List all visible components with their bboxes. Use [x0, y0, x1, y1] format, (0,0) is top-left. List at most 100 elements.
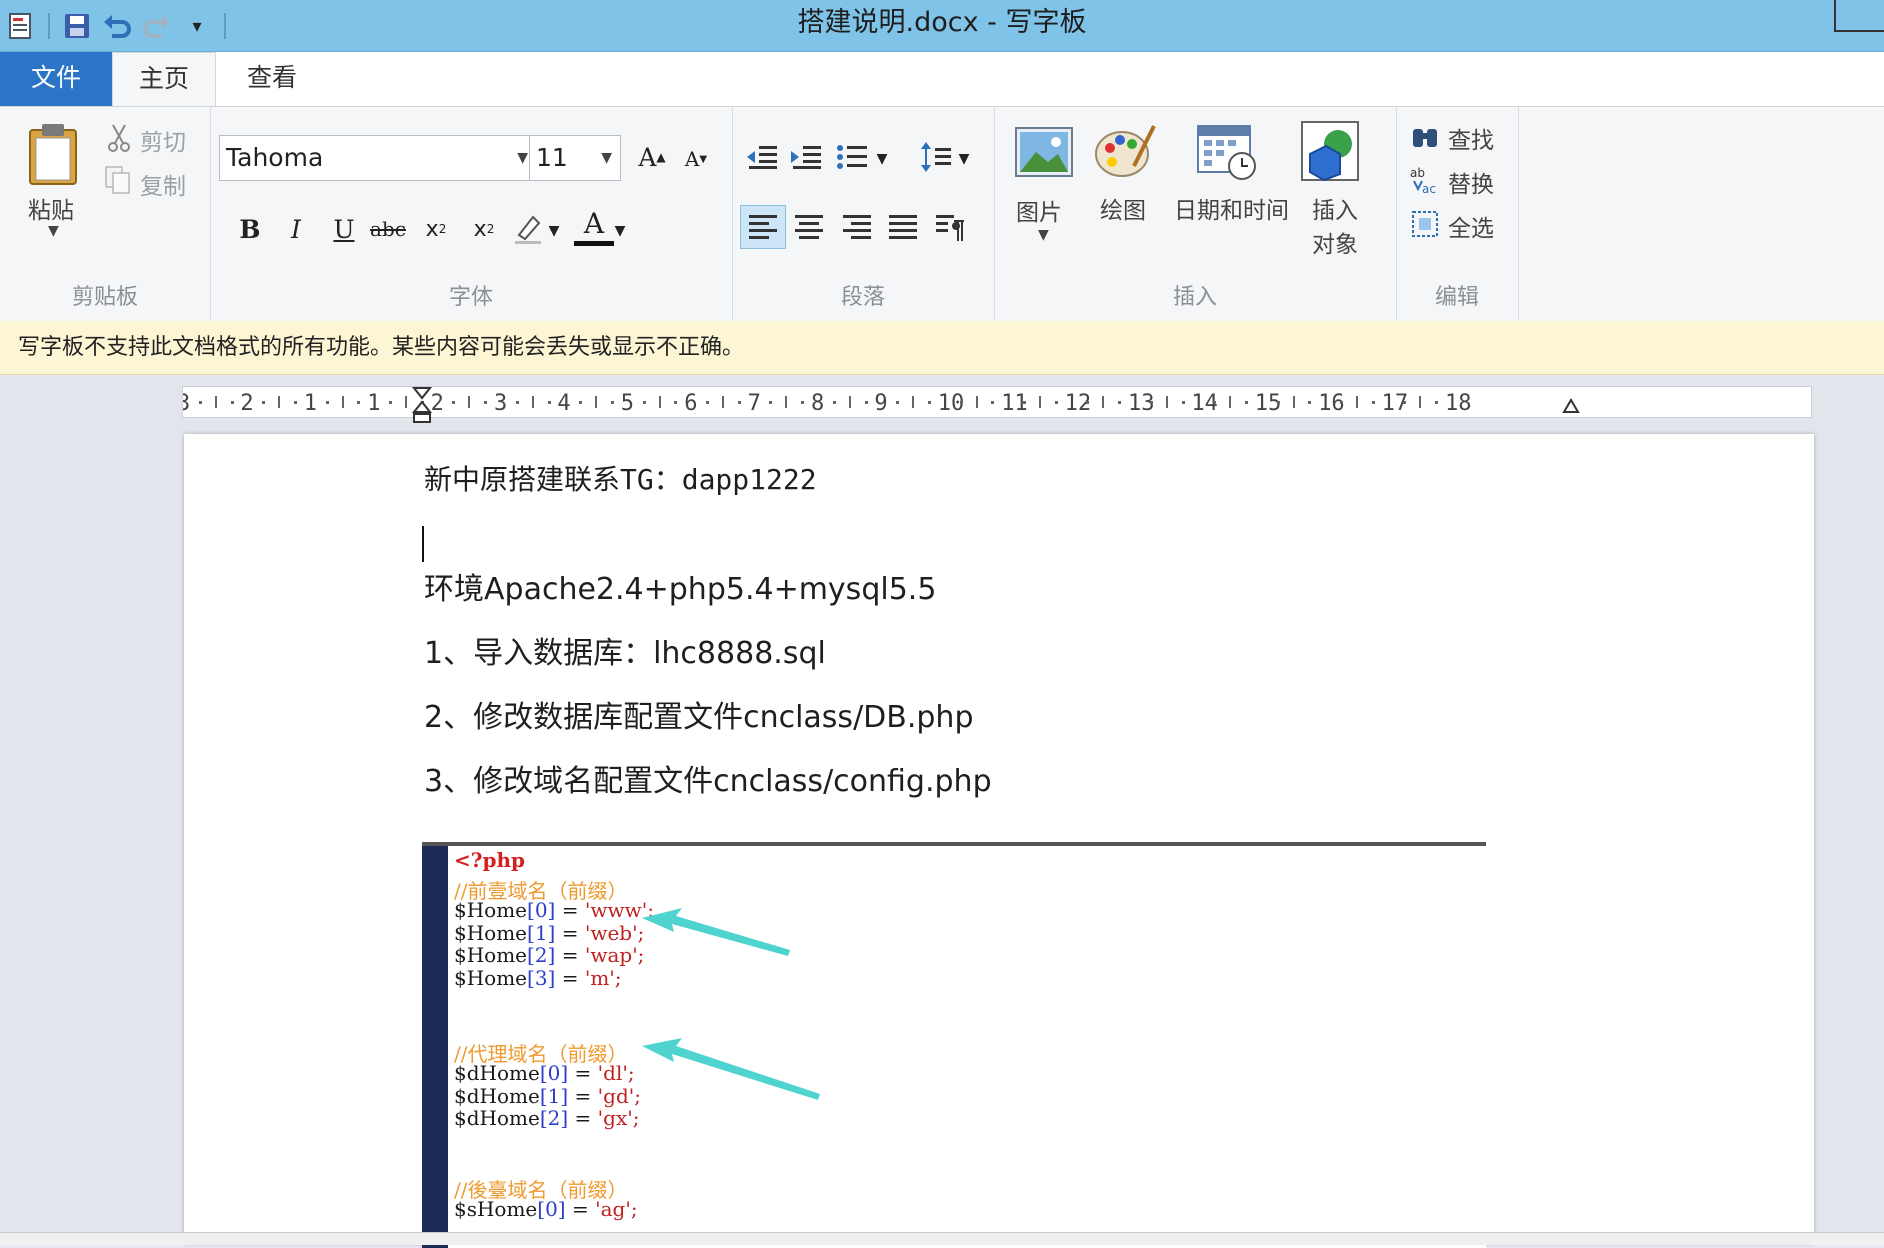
ruler-tick: [785, 396, 788, 408]
tab-file[interactable]: 文件: [0, 52, 112, 106]
ruler-tick: [214, 396, 217, 408]
first-line-indent-marker[interactable]: [411, 386, 433, 426]
code-gutter: [422, 846, 448, 1248]
decrease-indent-icon[interactable]: [742, 137, 784, 177]
italic-icon[interactable]: I: [276, 209, 316, 249]
paste-button-label[interactable]: 粘贴: [28, 191, 74, 225]
doc-line-step-2: 2、修改数据库配置文件cnclass/DB.php: [424, 700, 974, 735]
copy-button-label[interactable]: 复制: [140, 167, 186, 201]
font-group: Tahoma ▼ 11 ▼ A ▲ A ▼ B I U abc x2 x2 ▼ A …: [210, 107, 733, 321]
increase-indent-icon[interactable]: [786, 137, 828, 177]
font-color-icon[interactable]: A: [574, 205, 614, 246]
ruler-tick: [198, 401, 202, 404]
superscript-icon[interactable]: x2: [464, 209, 504, 249]
line-spacing-icon[interactable]: [916, 137, 958, 177]
subscript-icon[interactable]: x2: [416, 209, 456, 249]
select-all-button-label[interactable]: 全选: [1448, 209, 1494, 243]
ruler-tick: [1038, 396, 1041, 408]
ruler-tick: [325, 401, 329, 404]
ruler-tick: [1023, 401, 1027, 404]
copy-icon[interactable]: [102, 163, 134, 197]
chevron-down-icon[interactable]: ▼: [872, 139, 892, 179]
cut-button-label[interactable]: 剪切: [140, 123, 186, 157]
code-string: 'web';: [584, 920, 645, 945]
ruler-tick: [832, 401, 836, 404]
insert-object-icon[interactable]: [1298, 119, 1362, 183]
code-operator: =: [555, 943, 585, 968]
ruler-tick: [642, 401, 646, 404]
ruler-tick: [1355, 396, 1358, 408]
ruler-tick: [1229, 396, 1232, 408]
embedded-code-image[interactable]: <?php //前壹域名（前缀） $Home[0] = 'www'; $Home[…: [422, 842, 1486, 1248]
bold-icon[interactable]: B: [230, 209, 270, 249]
find-button-label[interactable]: 查找: [1448, 121, 1494, 155]
code-index: [0]: [539, 1061, 569, 1085]
align-left-icon[interactable]: [740, 205, 786, 249]
ruler-tick: [262, 401, 266, 404]
tab-home[interactable]: 主页: [112, 52, 216, 108]
bullet-list-icon[interactable]: [832, 137, 874, 177]
code-var: $dHome: [454, 1106, 540, 1131]
ruler-label: 1: [303, 391, 318, 416]
minimize-button[interactable]: [1834, 0, 1884, 32]
align-right-icon[interactable]: [836, 207, 878, 247]
code-index: [1]: [539, 1083, 569, 1108]
font-size-value: 11: [536, 143, 568, 172]
date-time-icon[interactable]: [1194, 121, 1260, 183]
clipboard-group-label: 剪贴板: [71, 285, 138, 310]
document-page[interactable]: 新中原搭建联系TG：dapp1222 环境Apache2.4+php5.4+my…: [184, 434, 1814, 1248]
right-indent-marker[interactable]: [1562, 398, 1580, 416]
doc-line-env: 环境Apache2.4+php5.4+mysql5.5: [424, 572, 937, 607]
cut-icon[interactable]: [104, 121, 134, 155]
ruler-tick: [341, 396, 344, 408]
replace-button-label[interactable]: 替换: [1448, 165, 1494, 199]
font-family-combo[interactable]: Tahoma ▼: [219, 135, 537, 181]
ruler-tick: [1244, 401, 1248, 404]
paint-icon[interactable]: [1092, 121, 1158, 181]
code-string: 'gd';: [597, 1083, 641, 1108]
highlight-color-icon[interactable]: [508, 209, 548, 249]
ruler-tick: [769, 401, 773, 404]
replace-icon[interactable]: ab ac: [1410, 165, 1444, 195]
ruler-label: 7: [747, 391, 761, 416]
ruler-tick: [484, 401, 488, 404]
chevron-down-icon[interactable]: ▼: [954, 139, 974, 179]
date-time-button-label[interactable]: 日期和时间: [1174, 191, 1289, 225]
code-string: 'dl';: [597, 1061, 635, 1085]
paste-dropdown-icon[interactable]: ▼: [48, 223, 59, 239]
strikethrough-icon[interactable]: abc: [368, 209, 408, 249]
tab-view[interactable]: 查看: [222, 52, 322, 106]
paint-button-label[interactable]: 绘图: [1100, 191, 1146, 225]
document-area[interactable]: 321123456789101112131415161718 新中原搭建联系TG…: [0, 376, 1884, 1248]
chevron-down-icon[interactable]: ▼: [610, 211, 630, 251]
ruler-label: 2: [240, 391, 254, 416]
ruler-tick: [1086, 401, 1090, 404]
paste-icon[interactable]: [24, 121, 84, 187]
code-string: 'm';: [584, 966, 622, 991]
ruler-tick: [801, 401, 805, 404]
select-all-icon[interactable]: [1410, 209, 1440, 239]
picture-button-label[interactable]: 图片: [1016, 193, 1062, 227]
justify-icon[interactable]: [882, 207, 924, 247]
ribbon: 粘贴 ▼ 剪切 复制 剪贴板 Tahoma ▼ 11 ▼ A ▲ A ▼ B I U…: [0, 106, 1884, 322]
underline-icon[interactable]: U: [324, 209, 364, 249]
chevron-down-icon[interactable]: ▼: [544, 211, 564, 251]
code-index: [0]: [527, 898, 556, 922]
align-center-icon[interactable]: [788, 207, 830, 247]
font-size-combo[interactable]: 11 ▼: [529, 135, 621, 181]
code-operator: =: [565, 1197, 596, 1221]
paragraph-settings-icon[interactable]: [930, 207, 972, 247]
find-icon[interactable]: [1410, 121, 1440, 151]
ruler-tick: [674, 401, 678, 404]
picture-icon[interactable]: [1012, 123, 1076, 181]
picture-dropdown-icon[interactable]: ▼: [1038, 227, 1049, 243]
grow-font-icon[interactable]: A ▲: [632, 137, 672, 177]
code-string: 'ag';: [595, 1197, 638, 1221]
code-index: [3]: [527, 966, 556, 991]
insert-object-label-line2[interactable]: 对象: [1312, 225, 1358, 259]
shrink-font-icon[interactable]: A ▼: [676, 139, 716, 179]
insert-group-label: 插入: [1172, 285, 1217, 310]
ruler-tick: [991, 401, 995, 404]
ruler-tick: [1371, 401, 1375, 404]
insert-object-label[interactable]: 插入: [1312, 191, 1358, 225]
